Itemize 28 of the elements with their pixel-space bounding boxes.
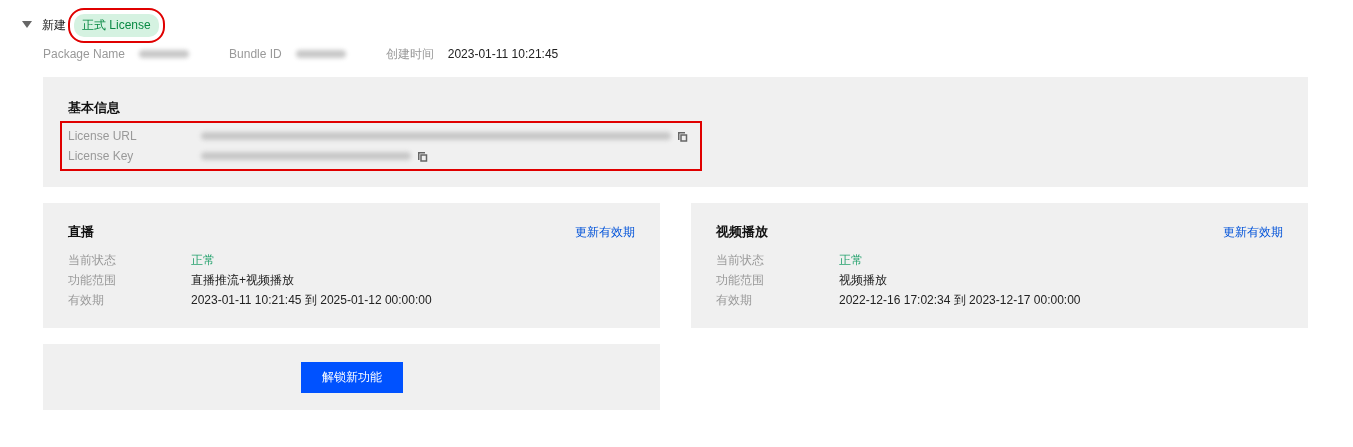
row-label: 当前状态 [716,251,765,269]
row-label: 有效期 [716,291,753,309]
unlock-button[interactable]: 解锁新功能 [300,361,403,393]
field-label: License URL [68,129,138,143]
record-title: 新建 [42,16,66,34]
meta-value: 2023-01-11 10:21:45 [447,47,559,61]
renew-link[interactable]: 更新有效期 [1223,223,1283,241]
meta-label: Bundle ID [229,47,282,61]
field-label: License Key [68,149,135,163]
row-label: 有效期 [68,291,105,309]
copy-icon[interactable] [677,130,688,142]
meta-label: Package Name [43,47,126,61]
meta-label: 创建时间 [385,45,434,63]
row-label: 功能范围 [68,271,117,289]
caret-icon[interactable] [22,21,32,29]
row-label: 当前状态 [68,251,117,269]
row-value: 2023-01-11 10:21:45 到 2025-01-12 00:00:00 [191,291,432,309]
section-title: 基本信息 [68,99,121,117]
row-value: 2022-12-16 17:02:34 到 2023-12-17 00:00:00 [839,291,1081,309]
copy-icon[interactable] [417,150,428,162]
status-value: 正常 [191,251,215,269]
row-label: 功能范围 [716,271,765,289]
card-title: 直播 [68,223,94,241]
status-value: 正常 [839,251,863,269]
row-value: 直播推流+视频播放 [191,271,294,289]
card-title: 视频播放 [716,223,768,241]
renew-link[interactable]: 更新有效期 [575,223,635,241]
row-value: 视频播放 [839,271,887,289]
